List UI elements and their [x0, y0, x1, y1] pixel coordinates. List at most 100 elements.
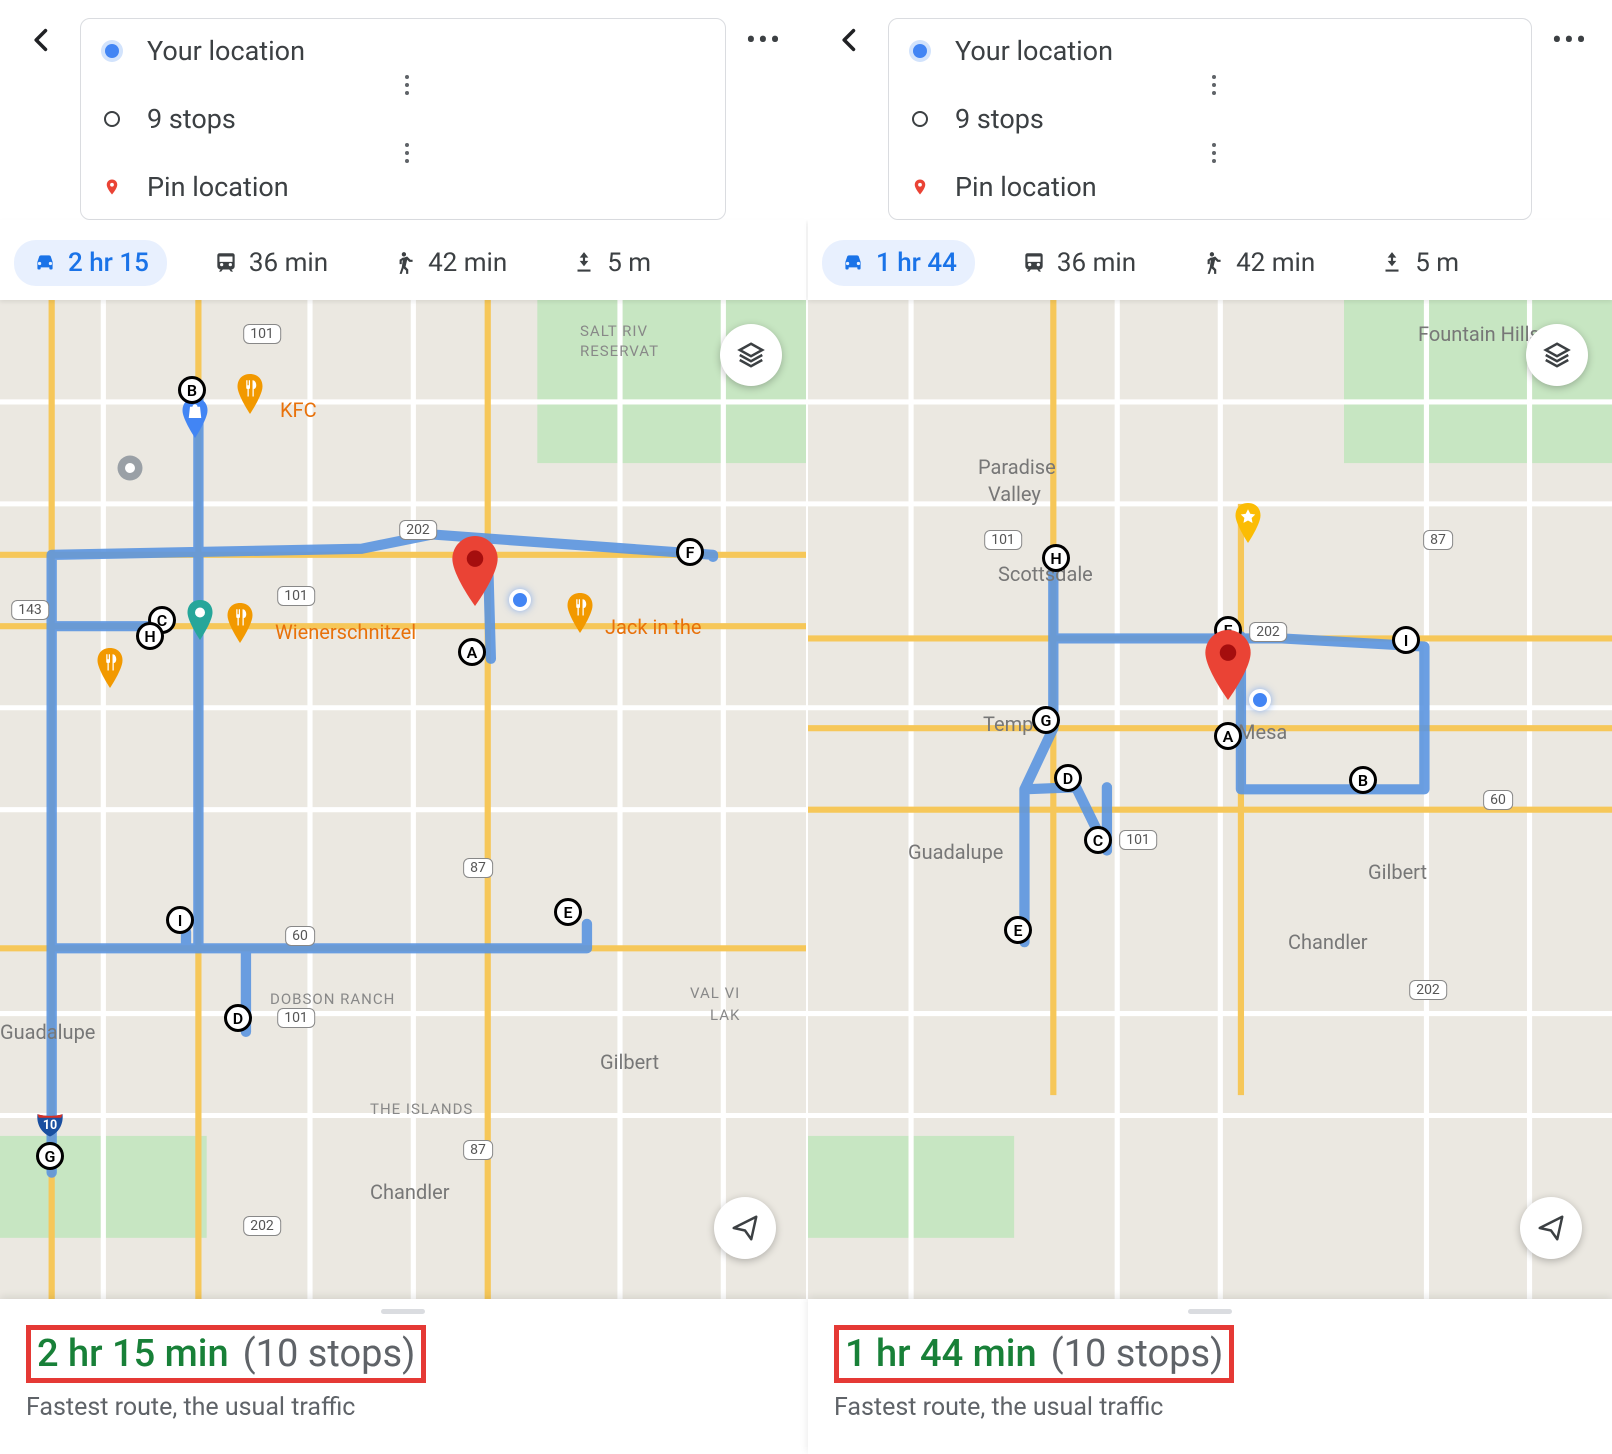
- mode-walk[interactable]: 42 min: [1182, 240, 1333, 286]
- more-options-button[interactable]: •••: [742, 18, 786, 62]
- map-layers-button[interactable]: [1526, 324, 1588, 386]
- mode-transit[interactable]: 36 min: [1003, 240, 1154, 286]
- route-subtitle: Fastest route, the usual traffic: [26, 1393, 780, 1422]
- route-subtitle: Fastest route, the usual traffic: [834, 1393, 1586, 1422]
- destination-pin-icon[interactable]: [449, 536, 501, 610]
- stop-marker-d[interactable]: D: [1054, 764, 1082, 792]
- route-start-row: Your location: [101, 35, 705, 67]
- pane-left: Your location 9 stops Pin location ••• 2…: [0, 0, 806, 1454]
- route-duration: 1 hr 44 min: [845, 1332, 1037, 1376]
- pin-icon: [101, 176, 123, 198]
- route-end-label: Pin location: [955, 171, 1097, 203]
- mode-car[interactable]: 2 hr 15: [14, 240, 167, 286]
- route-stops-row: 9 stops: [909, 103, 1511, 135]
- walk-icon: [392, 250, 418, 276]
- interstate-shield: 10: [35, 1109, 65, 1143]
- mode-walk-label: 42 min: [428, 248, 507, 278]
- mode-car-label: 1 hr 44: [876, 248, 957, 278]
- mode-car[interactable]: 1 hr 44: [822, 240, 975, 286]
- poi-star-icon[interactable]: [1233, 503, 1263, 547]
- stop-marker-a[interactable]: A: [1214, 722, 1242, 750]
- poi-shop-icon[interactable]: [180, 398, 210, 442]
- stop-marker-c[interactable]: C: [1084, 826, 1112, 854]
- route-duration-row: 1 hr 44 min (10 stops): [834, 1325, 1234, 1383]
- route-summary-card[interactable]: Your location 9 stops Pin location: [888, 18, 1532, 220]
- route-summary-card[interactable]: Your location 9 stops Pin location: [80, 18, 726, 220]
- mode-transit[interactable]: 36 min: [195, 240, 346, 286]
- mode-transit-label: 36 min: [1057, 248, 1136, 278]
- transit-icon: [213, 250, 239, 276]
- directions-header: Your location 9 stops Pin location •••: [808, 0, 1612, 220]
- stop-circle-icon: [909, 111, 931, 127]
- stop-circle-icon: [101, 111, 123, 127]
- mode-car-label: 2 hr 15: [68, 248, 149, 278]
- route-end-row: Pin location: [101, 171, 705, 203]
- route-stops-label: 9 stops: [147, 103, 236, 135]
- mode-transit-label: 36 min: [249, 248, 328, 278]
- route-end-label: Pin location: [147, 171, 289, 203]
- stop-marker-i[interactable]: I: [166, 906, 194, 934]
- route-stops-row: 9 stops: [101, 103, 705, 135]
- car-icon: [32, 250, 58, 276]
- transit-icon: [1021, 250, 1047, 276]
- back-button[interactable]: [828, 18, 872, 62]
- route-stop-count: (10 stops): [243, 1332, 416, 1376]
- map-canvas[interactable]: SALT RIVRESERVATDOBSON RANCHTHE ISLANDSV…: [0, 300, 806, 1299]
- route-duration-row: 2 hr 15 min (10 stops): [26, 1325, 426, 1383]
- stop-marker-g[interactable]: G: [36, 1142, 64, 1170]
- poi-place-icon[interactable]: [185, 600, 215, 644]
- recenter-button[interactable]: [714, 1197, 776, 1259]
- stop-marker-g[interactable]: G: [1032, 706, 1060, 734]
- pane-right: Your location 9 stops Pin location ••• 1…: [806, 0, 1612, 1454]
- travel-mode-bar: 2 hr 15 36 min 42 min 5 m: [0, 220, 806, 300]
- map-canvas[interactable]: Fountain HillsParadiseValleyScottsdaleTe…: [808, 300, 1612, 1299]
- poi-generic-icon[interactable]: [115, 448, 145, 492]
- route-bottom-sheet[interactable]: 1 hr 44 min (10 stops) Fastest route, th…: [808, 1299, 1612, 1454]
- route-start-row: Your location: [909, 35, 1511, 67]
- mode-walk[interactable]: 42 min: [374, 240, 525, 286]
- route-start-label: Your location: [147, 35, 305, 67]
- route-bottom-sheet[interactable]: 2 hr 15 min (10 stops) Fastest route, th…: [0, 1299, 806, 1454]
- current-location-dot: [509, 589, 531, 611]
- poi-food-icon[interactable]: [565, 593, 595, 637]
- poi-food-icon[interactable]: [95, 648, 125, 692]
- your-location-icon: [101, 44, 123, 58]
- travel-mode-bar: 1 hr 44 36 min 42 min 5 m: [808, 220, 1612, 300]
- sheet-handle[interactable]: [1188, 1309, 1232, 1314]
- car-icon: [840, 250, 866, 276]
- mode-ride[interactable]: 5 m: [1361, 240, 1477, 286]
- map-layers-button[interactable]: [720, 324, 782, 386]
- stop-marker-f[interactable]: F: [676, 538, 704, 566]
- stop-marker-e[interactable]: E: [1004, 916, 1032, 944]
- recenter-button[interactable]: [1520, 1197, 1582, 1259]
- poi-food-icon[interactable]: [235, 374, 265, 418]
- poi-food-icon[interactable]: [225, 603, 255, 647]
- current-location-dot: [1249, 689, 1271, 711]
- stop-marker-e[interactable]: E: [554, 898, 582, 926]
- stop-marker-h[interactable]: H: [1042, 544, 1070, 572]
- stop-marker-b[interactable]: B: [178, 376, 206, 404]
- mode-ride[interactable]: 5 m: [553, 240, 669, 286]
- mode-ride-label: 5 m: [607, 248, 651, 278]
- route-end-row: Pin location: [909, 171, 1511, 203]
- stop-marker-a[interactable]: A: [458, 638, 486, 666]
- sheet-handle[interactable]: [381, 1309, 425, 1314]
- route-duration: 2 hr 15 min: [37, 1332, 229, 1376]
- stop-marker-d[interactable]: D: [224, 1004, 252, 1032]
- back-button[interactable]: [20, 18, 64, 62]
- route-start-label: Your location: [955, 35, 1113, 67]
- stop-marker-h[interactable]: H: [136, 622, 164, 650]
- stop-marker-b[interactable]: B: [1349, 766, 1377, 794]
- mode-ride-label: 5 m: [1415, 248, 1459, 278]
- mode-walk-label: 42 min: [1236, 248, 1315, 278]
- walk-icon: [1200, 250, 1226, 276]
- ride-icon: [571, 250, 597, 276]
- directions-header: Your location 9 stops Pin location •••: [0, 0, 806, 220]
- destination-pin-icon[interactable]: [1202, 630, 1254, 704]
- ride-icon: [1379, 250, 1405, 276]
- stop-marker-i[interactable]: I: [1392, 626, 1420, 654]
- svg-text:10: 10: [43, 1118, 57, 1133]
- your-location-icon: [909, 44, 931, 58]
- more-options-button[interactable]: •••: [1548, 18, 1592, 62]
- pin-icon: [909, 176, 931, 198]
